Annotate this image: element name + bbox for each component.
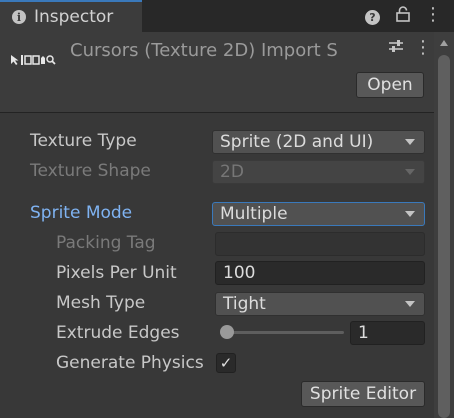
scroll-up-arrow-icon[interactable] (440, 40, 448, 46)
packing-tag-label: Packing Tag (56, 233, 156, 253)
extrude-edges-label: Extrude Edges (56, 323, 180, 343)
sprite-mode-dropdown[interactable]: Multiple (212, 202, 425, 226)
packing-tag-input (215, 232, 425, 256)
preset-settings-icon[interactable] (388, 38, 404, 58)
lock-icon[interactable] (396, 6, 410, 26)
sprite-editor-button[interactable]: Sprite Editor (301, 381, 425, 407)
generate-physics-label: Generate Physics (56, 353, 204, 373)
help-icon[interactable]: ? (365, 10, 380, 25)
mesh-type-dropdown[interactable]: Tight (215, 292, 425, 316)
checkmark-icon: ✓ (219, 354, 233, 372)
chevron-down-icon (405, 139, 415, 145)
tab-inspector[interactable]: i Inspector (0, 0, 142, 32)
mesh-type-value: Tight (223, 294, 266, 314)
chevron-down-icon (405, 301, 415, 307)
chevron-down-icon (405, 211, 415, 217)
extrude-edges-slider-track[interactable] (226, 331, 344, 334)
chevron-down-icon (405, 169, 415, 175)
kebab-menu-icon[interactable]: ⋮ (424, 4, 442, 25)
pixels-per-unit-input[interactable]: 100 (215, 261, 425, 285)
texture-shape-label: Texture Shape (30, 161, 151, 181)
texture-type-label: Texture Type (30, 131, 137, 151)
mesh-type-label: Mesh Type (56, 293, 146, 313)
texture-type-value: Sprite (2D and UI) (220, 132, 374, 152)
texture-shape-value: 2D (220, 162, 244, 182)
extrude-edges-input[interactable]: 1 (350, 321, 425, 345)
info-icon: i (12, 10, 26, 24)
sprite-mode-value: Multiple (220, 204, 288, 224)
generate-physics-checkbox[interactable]: ✓ (216, 353, 236, 373)
scrollbar-thumb[interactable] (438, 55, 450, 418)
sprite-mode-label: Sprite Mode (30, 203, 133, 223)
open-button[interactable]: Open (356, 72, 424, 98)
header-menu-icon[interactable]: ⋮ (414, 37, 432, 58)
texture-thumbnail-icon (10, 54, 60, 66)
pixels-per-unit-label: Pixels Per Unit (56, 263, 177, 283)
extrude-edges-slider-handle[interactable] (220, 325, 234, 339)
texture-shape-dropdown: 2D (212, 160, 425, 184)
header-title: Cursors (Texture 2D) Import S (70, 40, 338, 61)
tab-inspector-label: Inspector (34, 7, 114, 27)
texture-type-dropdown[interactable]: Sprite (2D and UI) (212, 130, 425, 154)
